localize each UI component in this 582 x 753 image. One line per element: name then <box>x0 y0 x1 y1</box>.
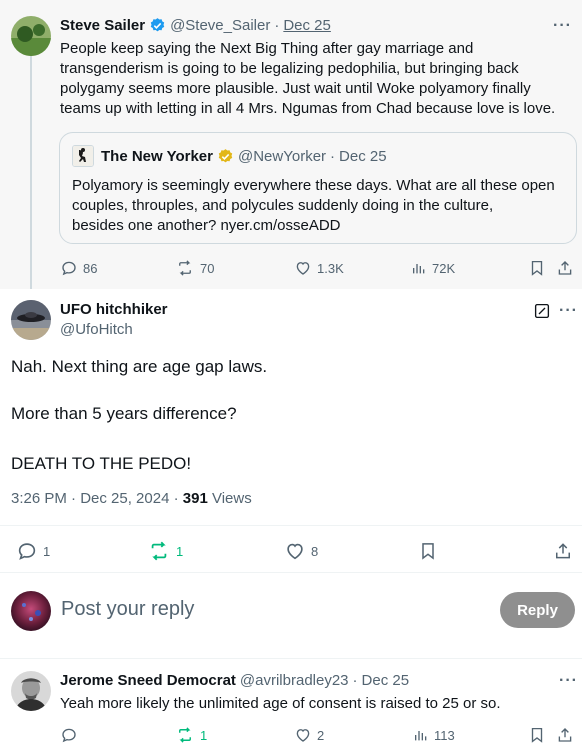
avatar-jerome-sneed[interactable] <box>11 671 51 711</box>
author-handle[interactable]: @UfoHitch <box>60 321 133 338</box>
reply-button[interactable]: 1 <box>16 540 50 562</box>
analytics-icon <box>413 726 429 744</box>
share-icon <box>553 540 573 562</box>
reply-submit-button[interactable]: Reply <box>500 592 575 628</box>
parent-tweet-text: People keep saying the Next Big Thing af… <box>60 39 575 119</box>
like-count: 8 <box>311 543 319 559</box>
bookmark-button[interactable] <box>528 726 546 744</box>
divider <box>0 525 582 526</box>
avatar-steve-sailer[interactable] <box>11 16 51 56</box>
author-handle[interactable]: @avrilbradley23 <box>240 672 349 689</box>
repost-button[interactable]: 1 <box>147 540 183 562</box>
views-button[interactable]: 72K <box>411 259 455 277</box>
repost-icon <box>175 259 195 277</box>
repost-icon <box>175 726 195 744</box>
views-label: Views <box>211 490 252 507</box>
separator-dot: · <box>330 148 336 165</box>
quoted-tweet-header: The New Yorker @NewYorker · Dec 25 <box>101 148 387 165</box>
tweet-timestamp[interactable]: 3:26 PM · Dec 25, 2024 · 391 Views <box>11 490 252 507</box>
repost-icon <box>147 540 171 562</box>
share-button[interactable] <box>556 726 574 744</box>
more-options-icon[interactable]: ··· <box>559 302 578 320</box>
timestamp-text: 3:26 PM · Dec 25, 2024 · <box>11 490 179 507</box>
repost-button[interactable]: 1 <box>175 726 207 744</box>
reply-icon <box>60 726 78 744</box>
parent-tweet[interactable]: Steve Sailer @Steve_Sailer · Dec 25 ··· … <box>0 0 582 289</box>
verified-badge-icon <box>149 17 166 34</box>
like-count: 1.3K <box>317 260 344 276</box>
repost-count: 70 <box>200 260 215 276</box>
reply-button[interactable] <box>60 726 78 744</box>
grok-button[interactable] <box>533 302 551 320</box>
share-icon <box>556 726 574 744</box>
avatar-ufo-hitchhiker[interactable] <box>11 300 51 340</box>
text-line: teams up with letting in all 4 Mrs. Ngum… <box>60 100 556 117</box>
bookmark-icon <box>528 259 546 277</box>
bookmark-button[interactable] <box>418 540 438 562</box>
tweet-date-link[interactable]: Dec 25 <box>283 17 331 34</box>
heart-icon <box>294 259 312 277</box>
divider <box>0 572 582 573</box>
verified-gold-badge-icon <box>217 148 234 165</box>
share-icon <box>556 259 574 277</box>
views-count: 391 <box>182 490 208 507</box>
text-line: transgenderism is going to be legalizing… <box>60 60 519 77</box>
author-name[interactable]: UFO hitchhiker <box>60 301 168 318</box>
divider <box>0 658 582 659</box>
separator-dot: · <box>274 17 280 34</box>
text-line: Polyamory is seemingly everywhere these … <box>72 177 555 194</box>
grok-icon <box>533 302 551 320</box>
repost-count: 1 <box>176 543 184 559</box>
avatar-current-user[interactable] <box>11 591 51 631</box>
text-line: couples, throuples, and polycules sudden… <box>72 197 494 214</box>
like-count: 2 <box>317 727 325 743</box>
quoted-tweet-card[interactable]: The New Yorker @NewYorker · Dec 25 Polya… <box>59 132 577 244</box>
avatar-new-yorker[interactable] <box>72 145 94 167</box>
bookmark-icon <box>528 726 546 744</box>
tweet-date-link[interactable]: Dec 25 <box>362 672 410 689</box>
quoted-tweet-date: Dec 25 <box>339 148 387 165</box>
separator-dot: · <box>352 672 358 689</box>
reply-icon <box>60 259 78 277</box>
text-line: besides one another? nyer.cm/osseADD <box>72 217 341 234</box>
text-line: People keep saying the Next Big Thing af… <box>60 40 474 57</box>
text-line: polygamy seems more plausible. Just wait… <box>60 80 531 97</box>
views-count: 72K <box>432 260 456 276</box>
like-button[interactable]: 8 <box>284 540 318 562</box>
reply-count: 86 <box>83 260 98 276</box>
bookmark-icon <box>418 540 438 562</box>
views-count: 113 <box>434 727 455 743</box>
reply-icon <box>16 540 38 562</box>
main-tweet-text-line: Nah. Next thing are age gap laws. <box>11 357 268 376</box>
parent-tweet-header: Steve Sailer @Steve_Sailer · Dec 25 <box>60 17 331 34</box>
quoted-author-name: The New Yorker <box>101 148 213 165</box>
heart-icon <box>284 540 306 562</box>
main-tweet-text-line: DEATH TO THE PEDO! <box>11 454 192 473</box>
reply-tweet-text: Yeah more likely the unlimited age of co… <box>60 695 501 712</box>
more-options-icon[interactable]: ··· <box>559 672 578 690</box>
repost-button[interactable]: 70 <box>175 259 214 277</box>
reply-count: 1 <box>43 543 51 559</box>
reply-button[interactable]: 86 <box>60 259 97 277</box>
more-options-icon[interactable]: ··· <box>553 17 572 35</box>
like-button[interactable]: 1.3K <box>294 259 344 277</box>
analytics-icon <box>411 259 427 277</box>
repost-count: 1 <box>200 727 208 743</box>
quoted-tweet-text: Polyamory is seemingly everywhere these … <box>72 176 572 236</box>
share-button[interactable] <box>553 540 573 562</box>
reply-tweet-header: Jerome Sneed Democrat @avrilbradley23 · … <box>60 672 409 689</box>
main-tweet-text-line: More than 5 years difference? <box>11 404 237 423</box>
bookmark-button[interactable] <box>528 259 546 277</box>
thread-connector-line <box>30 55 32 289</box>
author-name[interactable]: Steve Sailer <box>60 17 145 34</box>
author-handle[interactable]: @Steve_Sailer <box>170 17 270 34</box>
reply-input[interactable]: Post your reply <box>61 598 194 621</box>
quoted-author-handle: @NewYorker <box>238 148 327 165</box>
like-button[interactable]: 2 <box>294 726 324 744</box>
author-name[interactable]: Jerome Sneed Democrat <box>60 672 236 689</box>
share-button[interactable] <box>556 259 574 277</box>
views-button[interactable]: 113 <box>413 726 455 744</box>
heart-icon <box>294 726 312 744</box>
